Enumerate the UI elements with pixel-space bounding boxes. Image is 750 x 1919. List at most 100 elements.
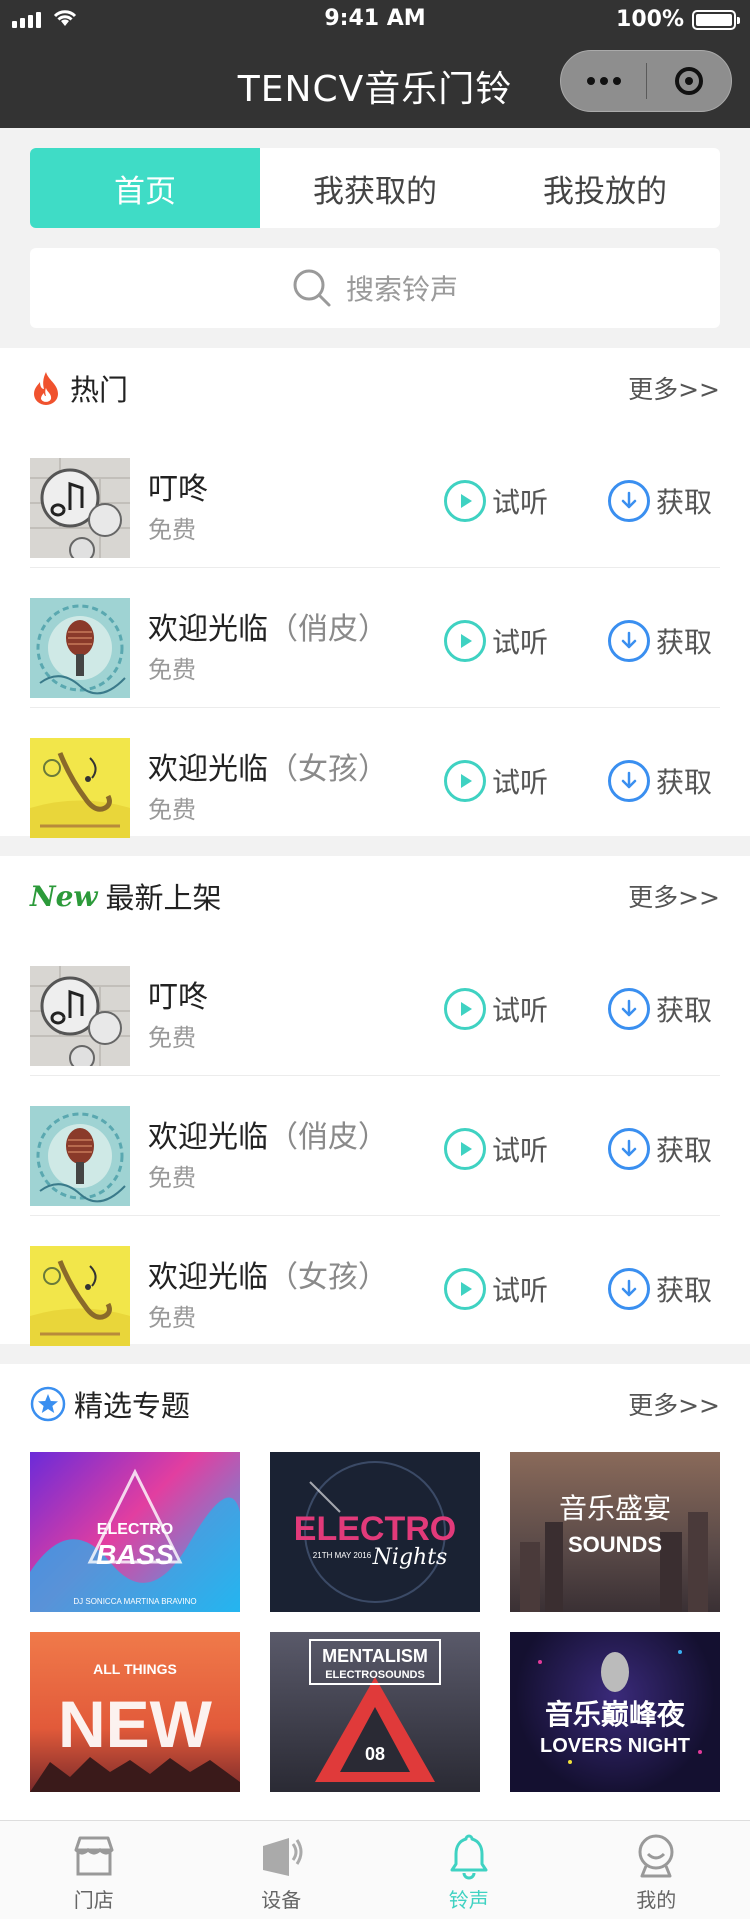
battery-status: 100% — [616, 7, 740, 32]
ringtone-row[interactable]: 叮咚 免费 试听 获取 — [30, 936, 720, 1076]
ringtone-name: 欢迎光临（女孩） — [148, 1252, 388, 1296]
tabbar-label: 我的 — [636, 1888, 677, 1912]
search-input[interactable]: 搜索铃声 — [30, 248, 720, 328]
hot-title: 热门 — [70, 373, 129, 407]
user-icon — [638, 1834, 674, 1878]
tab-published[interactable]: 我投放的 — [490, 148, 720, 228]
tile-text: DJ SONICCA MARTINA BRAVINO — [73, 1597, 196, 1606]
tile-text: ELECTRO — [97, 1521, 173, 1538]
search-icon — [293, 269, 331, 307]
tile-text: 音乐盛宴 — [559, 1492, 671, 1525]
topic-tile-mentalism[interactable]: MENTALISM ELECTROSOUNDS 08 — [270, 1632, 480, 1792]
download-icon — [608, 620, 650, 662]
ringtone-cover — [30, 1106, 130, 1206]
get-label: 获取 — [656, 626, 713, 659]
fire-icon — [34, 372, 58, 405]
get-button[interactable]: 获取 — [608, 1128, 712, 1170]
preview-label: 试听 — [492, 994, 549, 1027]
preview-label: 试听 — [492, 486, 549, 519]
tile-text: ELECTROSOUNDS — [325, 1669, 425, 1681]
ringtone-row[interactable]: 欢迎光临（女孩） 免费 试听 获取 — [30, 708, 720, 848]
ringtone-title: 欢迎光临 — [148, 612, 268, 647]
more-menu-button[interactable] — [561, 51, 646, 111]
topic-tile-all-things-new[interactable]: ALL THINGS NEW — [30, 1632, 240, 1792]
topic-tile-electro-bass[interactable]: ELECTRO BASS DJ SONICCA MARTINA BRAVINO — [30, 1452, 240, 1612]
tile-text: BASS — [96, 1539, 174, 1570]
hot-header: 热门 更多>> — [30, 348, 720, 428]
latest-header: New 最新上架 更多>> — [30, 856, 720, 936]
top-tabs: 首页 我获取的 我投放的 — [30, 148, 720, 228]
preview-label: 试听 — [492, 766, 549, 799]
battery-percent: 100% — [616, 7, 684, 32]
get-button[interactable]: 获取 — [608, 1268, 712, 1310]
top-bar: 9:41 AM 100% TENCV音乐门铃 — [0, 0, 750, 128]
ringtone-cover — [30, 458, 130, 558]
store-icon — [74, 1836, 114, 1876]
topic-tile-electro-nights[interactable]: ELECTRO Nights 21TH MAY 2016 — [270, 1452, 480, 1612]
get-button[interactable]: 获取 — [608, 620, 712, 662]
topic-tile-lovers-night[interactable]: 音乐巅峰夜 LOVERS NIGHT — [510, 1632, 720, 1792]
tab-acquired[interactable]: 我获取的 — [260, 148, 490, 228]
ringtone-row[interactable]: 欢迎光临（俏皮） 免费 试听 获取 — [30, 568, 720, 708]
device-icon — [263, 1838, 303, 1876]
tabbar-item-ringtone[interactable]: 铃声 — [375, 1821, 563, 1919]
ringtone-cover — [30, 598, 130, 698]
close-button[interactable] — [647, 51, 731, 111]
ringtone-row[interactable]: 叮咚免费 试听 获取 — [30, 428, 720, 568]
topics-title: 精选专题 — [74, 1389, 191, 1423]
topics-more-link[interactable]: 更多>> — [628, 1386, 720, 1422]
get-button[interactable]: 获取 — [608, 988, 712, 1030]
ringtone-name: 欢迎光临（女孩） — [148, 744, 388, 788]
ringtone-row[interactable]: 欢迎光临（俏皮） 免费 试听 获取 — [30, 1076, 720, 1216]
get-label: 获取 — [656, 486, 713, 519]
ringtone-name: 欢迎光临（俏皮） — [148, 604, 388, 648]
tile-text: ELECTRO — [294, 1510, 456, 1548]
tile-text: SOUNDS — [568, 1532, 662, 1557]
latest-section: New 最新上架 更多>> 叮咚 免费 试听 获取 欢迎光临（俏皮） 免费 试听 获取 欢迎光临… — [0, 856, 750, 1346]
download-icon — [608, 480, 650, 522]
preview-button[interactable]: 试听 — [444, 1128, 548, 1170]
latest-more-link[interactable]: 更多>> — [628, 878, 720, 914]
preview-button[interactable]: 试听 — [444, 1268, 548, 1310]
tabbar-label: 门店 — [73, 1888, 114, 1912]
hot-more-link[interactable]: 更多>> — [628, 370, 720, 406]
play-icon — [444, 760, 486, 802]
tabbar-item-mine[interactable]: 我的 — [563, 1821, 750, 1919]
play-icon — [444, 1128, 486, 1170]
get-button[interactable]: 获取 — [608, 480, 712, 522]
preview-label: 试听 — [492, 1274, 549, 1307]
ringtone-name: 欢迎光临（俏皮） — [148, 1112, 388, 1156]
tab-home[interactable]: 首页 — [30, 148, 260, 228]
download-icon — [608, 1128, 650, 1170]
get-label: 获取 — [656, 994, 713, 1027]
ringtone-price: 免费 — [148, 1164, 196, 1192]
ringtone-price: 免费 — [148, 1304, 196, 1332]
topic-tile-music-feast[interactable]: 音乐盛宴 SOUNDS — [510, 1452, 720, 1612]
preview-button[interactable]: 试听 — [444, 620, 548, 662]
mini-program-capsule — [560, 50, 732, 112]
tile-text: 21TH MAY 2016 — [313, 1551, 372, 1560]
latest-title: 最新上架 — [105, 881, 222, 915]
search-placeholder: 搜索铃声 — [345, 273, 458, 306]
ringtone-price: 免费 — [148, 516, 196, 544]
tabbar-label: 铃声 — [448, 1888, 489, 1912]
ringtone-variant: （俏皮） — [268, 612, 388, 647]
tabbar-item-device[interactable]: 设备 — [188, 1821, 376, 1919]
ringtone-name: 叮咚 — [148, 972, 208, 1016]
preview-label: 试听 — [492, 1134, 549, 1167]
ringtone-title: 叮咚 — [148, 472, 208, 507]
preview-button[interactable]: 试听 — [444, 480, 548, 522]
get-button[interactable]: 获取 — [608, 760, 712, 802]
preview-button[interactable]: 试听 — [444, 760, 548, 802]
preview-button[interactable]: 试听 — [444, 988, 548, 1030]
star-icon — [30, 1386, 66, 1422]
preview-label: 试听 — [492, 626, 549, 659]
topics-section: 精选专题 更多>> ELECTRO BASS DJ SONICCA MARTIN… — [0, 1364, 750, 1824]
get-label: 获取 — [656, 766, 713, 799]
ringtone-name: 叮咚 — [148, 464, 208, 508]
topics-header: 精选专题 更多>> — [30, 1364, 720, 1444]
tabbar-item-store[interactable]: 门店 — [0, 1821, 188, 1919]
ringtone-cover — [30, 738, 130, 838]
ringtone-title: 欢迎光临 — [148, 752, 268, 787]
ringtone-row[interactable]: 欢迎光临（女孩） 免费 试听 获取 — [30, 1216, 720, 1356]
